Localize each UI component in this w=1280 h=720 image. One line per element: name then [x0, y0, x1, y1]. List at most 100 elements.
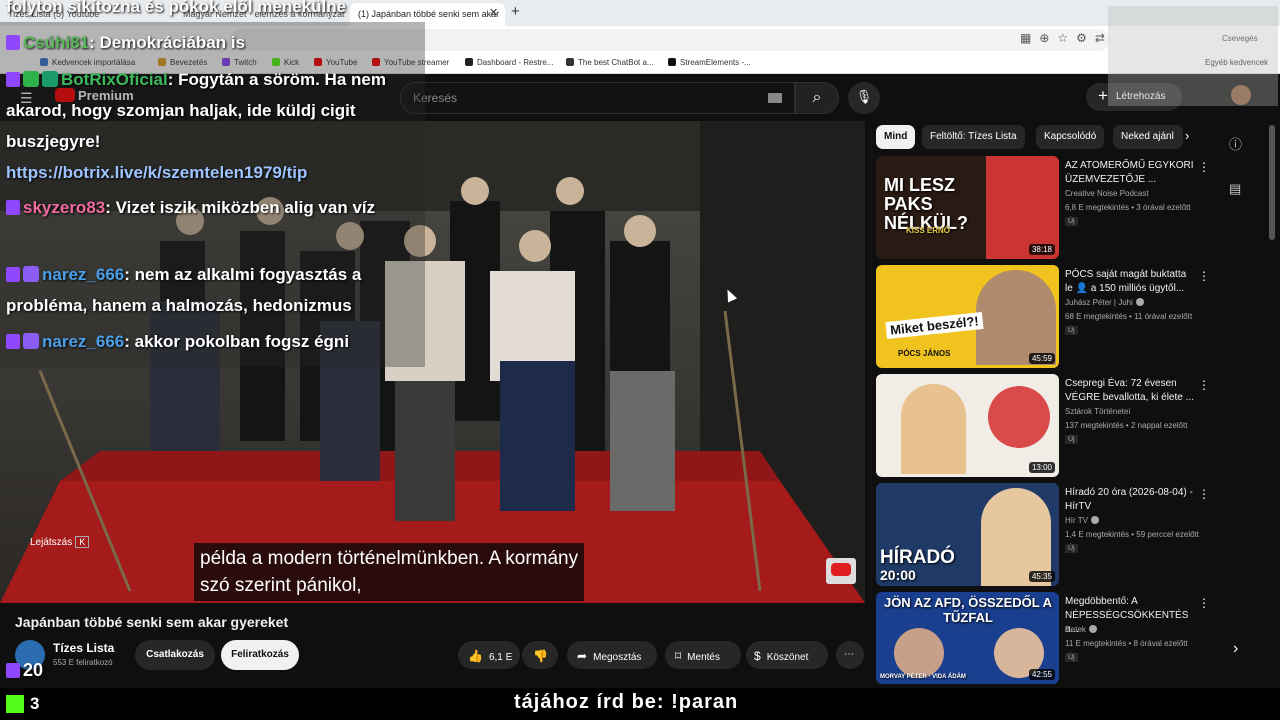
chat-icon[interactable]: ▤: [1229, 181, 1241, 197]
more-vert-icon[interactable]: ⋮: [1198, 487, 1210, 501]
verified-icon: [1088, 625, 1097, 633]
video-thumbnail[interactable]: JÖN AZ AFD, ÖSSZEDŐL A TŰZFAL MORVAY PÉT…: [876, 592, 1059, 684]
recommendation-channel[interactable]: Juhász Péter | Juhi: [1065, 298, 1144, 307]
new-badge: Új: [1065, 544, 1078, 553]
new-badge: Új: [1065, 217, 1078, 226]
chevron-right-icon[interactable]: ›: [1233, 640, 1238, 658]
thumbnail-portrait: [901, 384, 966, 474]
chat-message-text: : Demokráciában is: [89, 33, 246, 52]
video-subtitle: példa a modern történelmünkben. A kormán…: [194, 543, 585, 601]
share-button[interactable]: ➦ Megosztás: [567, 641, 657, 669]
thumbnail-inset: [988, 386, 1050, 448]
video-thumbnail[interactable]: MI LESZ PAKS NÉLKÜL? KISS ERNŐ 38:18: [876, 156, 1059, 259]
video-thumbnail[interactable]: 13:00: [876, 374, 1059, 477]
recommendation-channel[interactable]: Hetek: [1065, 625, 1097, 634]
chip-all[interactable]: Mind: [876, 125, 916, 149]
skip-button[interactable]: Lejátszás K: [30, 536, 90, 548]
chip-recommended[interactable]: Neked ajánl: [1113, 125, 1183, 149]
chip-uploader[interactable]: Feltöltő: Tízes Lista: [922, 125, 1025, 149]
twitch-icon: [6, 663, 20, 678]
recommendation-item[interactable]: Miket beszél?! PÓCS JÁNOS 45:59 PÓCS saj…: [876, 265, 1216, 370]
video-thumbnail[interactable]: HÍRADÓ 20:00 45:35: [876, 483, 1059, 586]
plus-icon: +: [1098, 86, 1108, 105]
twitch-viewer-count: 20: [6, 660, 43, 681]
screen: Tizes Lista (5) Youtube Magyar Nemzet · …: [0, 0, 1280, 720]
recommendation-title[interactable]: Csepregi Éva: 72 évesen VÉGRE bevallotta…: [1065, 377, 1195, 405]
browser-toolbar-icons[interactable]: ▦⊕☆⚙⇄: [1020, 31, 1113, 45]
search-input[interactable]: Keresés: [400, 82, 795, 114]
chat-message: Csúhi81: Demokráciában is: [6, 27, 426, 58]
recommendation-meta: 11 E megtekintés • 8 órával ezelőtt: [1065, 639, 1188, 648]
more-vert-icon[interactable]: ⋮: [1198, 596, 1210, 610]
recommendation-channel[interactable]: Sztárok Történetei: [1065, 407, 1130, 416]
chat-link[interactable]: https://botrix.live/k/szemtelen1979/tip: [6, 163, 307, 182]
more-icon: ⋯: [844, 649, 854, 660]
twitch-icon: [6, 334, 20, 349]
chat-username: narez_666: [42, 265, 125, 284]
more-vert-icon[interactable]: ⋮: [1198, 160, 1210, 174]
chat-username: Csúhi81: [23, 33, 90, 52]
dislike-button[interactable]: 👎: [522, 641, 558, 669]
recommendation-meta: 137 megtekintés • 2 nappal ezelőtt: [1065, 421, 1188, 430]
restream-icon: [465, 58, 473, 66]
chevron-right-icon[interactable]: ›: [1185, 128, 1189, 143]
new-tab-icon[interactable]: +: [511, 3, 520, 20]
scrollbar[interactable]: [1269, 125, 1275, 240]
chat-message: narez_666: akkor pokolban fogsz égni: [6, 326, 426, 357]
video-duration: 38:18: [1028, 244, 1055, 255]
twitch-icon: [6, 72, 20, 87]
like-button[interactable]: 👍 6,1 E: [458, 641, 520, 669]
channel-name[interactable]: Tízes Lista: [53, 641, 114, 655]
chip-related[interactable]: Kapcsolódó: [1036, 125, 1105, 149]
video-duration: 13:00: [1028, 462, 1055, 473]
bookmark-item[interactable]: The best ChatBot a...: [566, 58, 654, 67]
subscribe-button[interactable]: Feliratkozás: [221, 640, 299, 670]
microphone-icon: 🎙: [855, 89, 873, 104]
recommendation-title[interactable]: Híradó 20 óra (2026-08-04) - HírTV: [1065, 486, 1195, 514]
more-vert-icon[interactable]: ⋮: [1198, 378, 1210, 392]
video-thumbnail[interactable]: Miket beszél?! PÓCS JÁNOS 45:59: [876, 265, 1059, 368]
more-actions-button[interactable]: ⋯: [836, 641, 864, 669]
kick-icon: [6, 695, 24, 713]
close-tab-icon[interactable]: ✕: [489, 6, 498, 19]
join-button[interactable]: Csatlakozás: [135, 640, 215, 670]
new-badge: Új: [1065, 326, 1078, 335]
recommendation-channel[interactable]: Hír TV: [1065, 516, 1099, 525]
twitch-icon: [6, 267, 20, 282]
video-duration: 42:55: [1028, 669, 1055, 680]
bookmark-icon: ⌑: [675, 649, 682, 663]
recommendation-item[interactable]: HÍRADÓ 20:00 45:35 Híradó 20 óra (2026-0…: [876, 483, 1216, 588]
voice-search-button[interactable]: 🎙: [848, 82, 880, 114]
thanks-button[interactable]: $ Köszönet: [746, 641, 828, 669]
recommendation-title[interactable]: PÓCS saját magát buktatta le 👤 a 150 mil…: [1065, 268, 1195, 296]
twitch-icon: [6, 35, 20, 50]
chat-message-text: : akkor pokolban fogsz égni: [124, 332, 350, 351]
subscriber-badge-icon: [23, 333, 39, 349]
keyboard-icon[interactable]: [768, 93, 782, 103]
subscriber-badge-icon: [23, 266, 39, 282]
chat-message-text: folyton sikítozna és pókok elől meneküln…: [6, 0, 347, 16]
search-icon: ⌕: [812, 89, 822, 106]
chat-username: skyzero83: [23, 198, 106, 217]
bookmark-item[interactable]: StreamElements -...: [668, 58, 751, 67]
chat-message: BotRixOficial: Fogytán a söröm. Ha nem a…: [6, 64, 416, 188]
new-badge: Új: [1065, 435, 1078, 444]
ticker-text: tájához írd be: !paran: [514, 691, 739, 713]
thumbnail-portrait: [894, 628, 944, 678]
streamelements-icon: [668, 58, 676, 66]
verified-icon: [1135, 298, 1144, 306]
video-title: Japánban többé senki sem akar gyereket: [15, 614, 289, 630]
more-vert-icon[interactable]: ⋮: [1198, 269, 1210, 283]
thumbnail-portrait: [976, 270, 1056, 365]
search-button[interactable]: ⌕: [795, 82, 839, 114]
info-icon[interactable]: ⓘ: [1229, 134, 1242, 153]
save-button[interactable]: ⌑ Mentés: [665, 641, 741, 669]
bookmark-item[interactable]: Dashboard - Restre...: [465, 58, 553, 67]
recommendation-item[interactable]: 13:00 Csepregi Éva: 72 évesen VÉGRE beva…: [876, 374, 1216, 479]
channel-watermark-icon[interactable]: [826, 558, 856, 584]
recommendation-channel[interactable]: Creative Noise Podcast: [1065, 189, 1149, 198]
recommendation-item[interactable]: MI LESZ PAKS NÉLKÜL? KISS ERNŐ 38:18 AZ …: [876, 156, 1216, 261]
recommendation-item[interactable]: JÖN AZ AFD, ÖSSZEDŐL A TŰZFAL MORVAY PÉT…: [876, 592, 1216, 684]
new-badge: Új: [1065, 653, 1078, 662]
recommendation-title[interactable]: AZ ATOMERŐMŰ EGYKORI ÜZEMVEZETŐJE ...: [1065, 159, 1195, 187]
